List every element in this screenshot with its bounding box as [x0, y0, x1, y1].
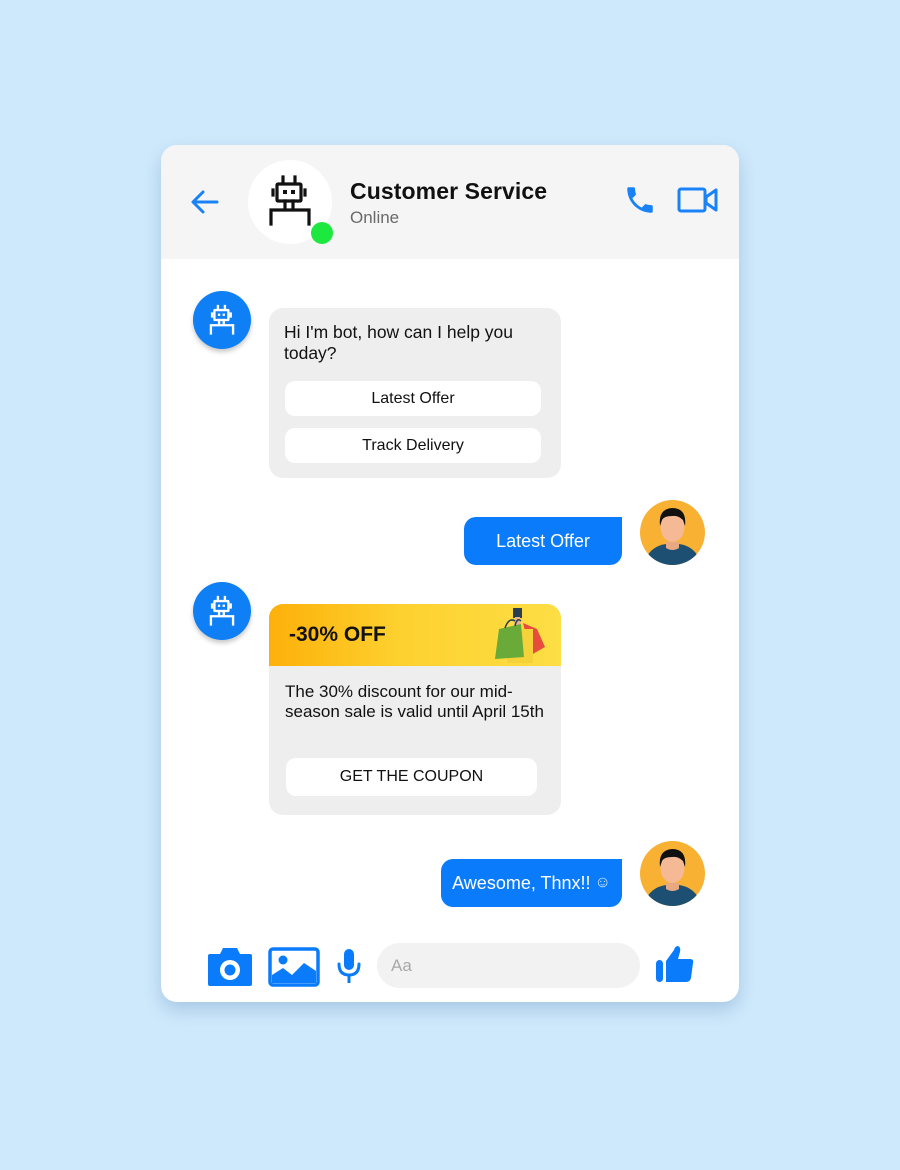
microphone-button[interactable] — [336, 948, 362, 984]
online-status-dot — [311, 222, 333, 244]
robot-icon — [269, 175, 311, 226]
offer-description: The 30% discount for our mid-season sale… — [285, 682, 544, 721]
robot-icon — [209, 595, 235, 626]
user-message-bubble: Awesome, Thnx!! ☺ — [441, 859, 622, 907]
user-person-icon — [646, 849, 699, 906]
call-button[interactable] — [623, 183, 657, 217]
shopping-bags-icon — [495, 608, 545, 663]
bot-message-bubble: Hi I'm bot, how can I help you today? La… — [269, 308, 561, 478]
user-person-icon — [646, 508, 699, 565]
offer-title: -30% OFF — [289, 623, 386, 646]
get-coupon-button[interactable]: GET THE COUPON — [286, 758, 537, 796]
offer-card: -30% OFF The 30% discount for our mid-se… — [269, 604, 561, 815]
chat-header: Customer Service Online — [161, 145, 739, 259]
back-button[interactable] — [189, 188, 221, 216]
quick-reply-latest-offer[interactable]: Latest Offer — [285, 381, 541, 416]
like-button[interactable] — [655, 944, 695, 984]
chat-window: Customer Service Online Hi I'm bot, how … — [161, 145, 739, 1002]
user-avatar — [640, 841, 705, 906]
message-composer — [161, 935, 739, 995]
chat-title: Customer Service — [350, 178, 548, 204]
microphone-icon — [337, 949, 361, 983]
gallery-button[interactable] — [268, 947, 320, 987]
user-message-bubble: Latest Offer — [464, 517, 622, 565]
phone-icon — [627, 187, 653, 213]
bot-avatar — [193, 582, 251, 640]
thumbs-up-icon — [656, 946, 694, 982]
robot-icon — [209, 304, 235, 335]
message-input[interactable] — [377, 943, 640, 988]
user-avatar — [640, 500, 705, 565]
offer-banner: -30% OFF — [269, 604, 561, 666]
bot-message-text: Hi I'm bot, how can I help you today? — [284, 322, 514, 363]
camera-button[interactable] — [207, 945, 253, 987]
bot-avatar — [193, 291, 251, 349]
chat-status: Online — [350, 208, 400, 227]
video-call-button[interactable] — [677, 185, 719, 215]
user-message-text: Awesome, Thnx!! — [452, 872, 591, 893]
smiley-emoji-icon: ☺ — [594, 874, 611, 891]
image-icon — [268, 947, 320, 987]
arrow-left-icon — [191, 190, 219, 214]
user-message-text: Latest Offer — [496, 530, 590, 551]
quick-reply-track-delivery[interactable]: Track Delivery — [285, 428, 541, 463]
video-camera-icon — [677, 187, 718, 213]
camera-icon — [208, 948, 252, 986]
